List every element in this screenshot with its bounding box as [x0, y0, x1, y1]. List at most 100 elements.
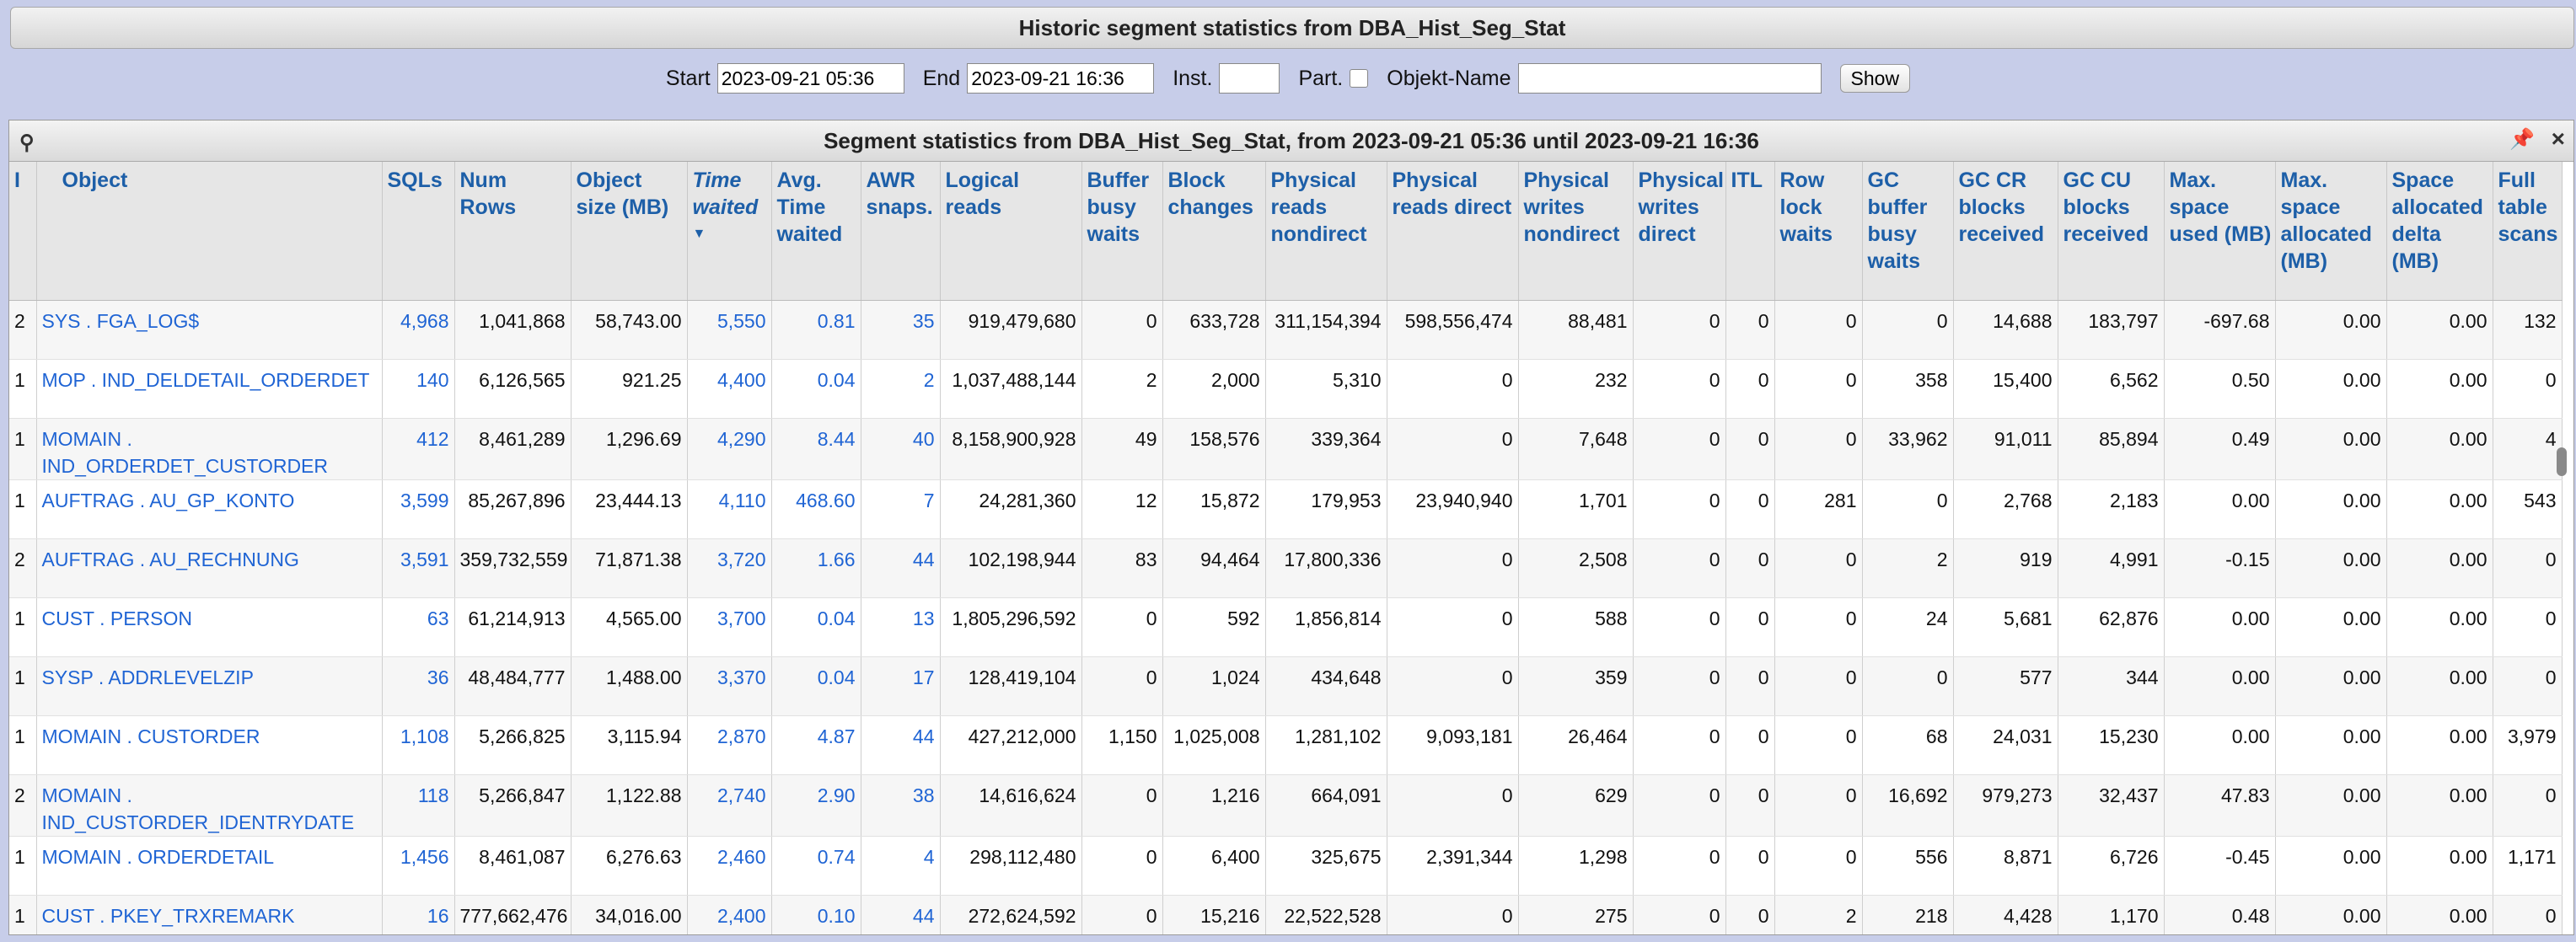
column-header[interactable]: Buffer busy waits	[1081, 162, 1163, 301]
column-header[interactable]: Physical reads direct	[1387, 162, 1519, 301]
table-row[interactable]: 1 CUST . PKEY_TRXREMARK 16 777,662,476 34,01…	[9, 895, 2563, 934]
table-cell[interactable]: 8.44	[771, 418, 861, 480]
table-cell[interactable]: 468.60	[771, 479, 861, 539]
table-cell[interactable]: 13	[861, 597, 941, 657]
column-header[interactable]: Num Rows	[454, 162, 572, 301]
table-cell[interactable]: 118	[382, 774, 455, 837]
table-cell[interactable]: 40	[861, 418, 941, 480]
column-header[interactable]: Time waited ▼	[687, 162, 772, 301]
table-cell[interactable]: 1,456	[382, 836, 455, 896]
table-cell[interactable]: 4,400	[687, 359, 772, 419]
object-name-cell[interactable]: MOMAIN . IND_CUSTORDER_IDENTRYDATE	[36, 774, 383, 837]
search-icon[interactable]: ⚲	[19, 131, 35, 155]
column-header[interactable]: Logical reads	[940, 162, 1082, 301]
object-name-cell[interactable]: MOP . IND_DELDETAIL_ORDERDET	[36, 359, 383, 419]
column-header[interactable]: GC CU blocks received	[2058, 162, 2165, 301]
column-header[interactable]: Physical writes direct	[1633, 162, 1726, 301]
table-cell[interactable]: 38	[861, 774, 941, 837]
column-header[interactable]: Block changes	[1162, 162, 1266, 301]
column-header[interactable]: ITL	[1725, 162, 1775, 301]
column-header[interactable]: Object size (MB)	[571, 162, 688, 301]
column-header[interactable]: GC CR blocks received	[1953, 162, 2058, 301]
close-icon[interactable]: ×	[2552, 126, 2565, 153]
table-cell[interactable]: 36	[382, 656, 455, 716]
column-header[interactable]: AWR snaps.	[861, 162, 941, 301]
table-cell[interactable]: 44	[861, 895, 941, 934]
part-checkbox[interactable]	[1350, 69, 1369, 88]
table-cell[interactable]: 412	[382, 418, 455, 480]
table-row[interactable]: 1 AUFTRAG . AU_GP_KONTO 3,599 85,267,896 23,…	[9, 479, 2563, 539]
table-row[interactable]: 1 MOMAIN . CUSTORDER 1,108 5,266,825 3,115.9…	[9, 715, 2563, 775]
table-cell[interactable]: 44	[861, 715, 941, 775]
table-cell[interactable]: 44	[861, 538, 941, 598]
table-cell[interactable]: 7	[861, 479, 941, 539]
table-row[interactable]: 1 CUST . PERSON 63 61,214,913 4,565.00 3,700 0…	[9, 597, 2563, 657]
table-cell[interactable]: 0.81	[771, 300, 861, 360]
table-row[interactable]: 2 AUFTRAG . AU_RECHNUNG 3,591 359,732,559 71…	[9, 538, 2563, 598]
show-button[interactable]: Show	[1839, 64, 1911, 93]
table-cell[interactable]: 4.87	[771, 715, 861, 775]
table-cell[interactable]: 3,720	[687, 538, 772, 598]
object-name-cell[interactable]: MOMAIN . IND_ORDERDET_CUSTORDER	[36, 418, 383, 480]
table-cell[interactable]: 0.74	[771, 836, 861, 896]
table-cell[interactable]: 140	[382, 359, 455, 419]
object-name-cell[interactable]: SYS . FGA_LOG$	[36, 300, 383, 360]
object-name-cell[interactable]: CUST . PKEY_TRXREMARK	[36, 895, 383, 934]
table-cell[interactable]: 0.10	[771, 895, 861, 934]
vertical-scrollbar[interactable]	[2557, 447, 2567, 476]
table-cell[interactable]: 63	[382, 597, 455, 657]
table-cell[interactable]: 1.66	[771, 538, 861, 598]
start-input[interactable]	[716, 63, 904, 94]
table-row[interactable]: 1 SYSP . ADDRLEVELZIP 36 48,484,777 1,488.00…	[9, 656, 2563, 716]
object-name-input[interactable]	[1517, 63, 1822, 94]
column-header[interactable]: Avg. Time waited	[771, 162, 861, 301]
table-cell[interactable]: 2,460	[687, 836, 772, 896]
object-name-cell[interactable]: MOMAIN . CUSTORDER	[36, 715, 383, 775]
column-header[interactable]: Physical writes nondirect	[1518, 162, 1634, 301]
pin-icon[interactable]: 📌	[2509, 127, 2535, 152]
table-cell[interactable]: 2,400	[687, 895, 772, 934]
table-cell[interactable]: 0.04	[771, 359, 861, 419]
table-cell[interactable]: 4,290	[687, 418, 772, 480]
table-row[interactable]: 1 MOMAIN . IND_ORDERDET_CUSTORDER 412 8,461…	[9, 418, 2563, 480]
table-cell[interactable]: 2.90	[771, 774, 861, 837]
table-cell[interactable]: 3,700	[687, 597, 772, 657]
table-cell[interactable]: 3,599	[382, 479, 455, 539]
column-header[interactable]: GC buffer busy waits	[1862, 162, 1954, 301]
column-header[interactable]: Physical reads nondirect	[1265, 162, 1387, 301]
column-header[interactable]: Row lock waits	[1774, 162, 1863, 301]
object-name-cell[interactable]: CUST . PERSON	[36, 597, 383, 657]
table-cell[interactable]: 35	[861, 300, 941, 360]
table-cell[interactable]: 2,870	[687, 715, 772, 775]
column-header[interactable]: I	[9, 162, 37, 301]
column-header[interactable]: Object	[36, 162, 383, 301]
table-row[interactable]: 2 MOMAIN . IND_CUSTORDER_IDENTRYDATE 118 5,…	[9, 774, 2563, 837]
object-name-cell[interactable]: AUFTRAG . AU_GP_KONTO	[36, 479, 383, 539]
table-cell[interactable]: 4,110	[687, 479, 772, 539]
object-name-cell[interactable]: AUFTRAG . AU_RECHNUNG	[36, 538, 383, 598]
table-cell[interactable]: 5,550	[687, 300, 772, 360]
inst-input[interactable]	[1219, 63, 1280, 94]
table-cell[interactable]: 0.04	[771, 656, 861, 716]
table-row[interactable]: 2 SYS . FGA_LOG$ 4,968 1,041,868 58,743.00 5,…	[9, 300, 2563, 360]
table-cell[interactable]: 0.04	[771, 597, 861, 657]
column-header[interactable]: Full table scans	[2493, 162, 2563, 301]
end-input[interactable]	[967, 63, 1155, 94]
column-header[interactable]: Max. space used (MB)	[2164, 162, 2276, 301]
table-cell[interactable]: 3,370	[687, 656, 772, 716]
table-cell[interactable]: 4	[861, 836, 941, 896]
object-name-cell[interactable]: SYSP . ADDRLEVELZIP	[36, 656, 383, 716]
table-cell[interactable]: 3,591	[382, 538, 455, 598]
table-cell[interactable]: 16	[382, 895, 455, 934]
column-header[interactable]: SQLs	[382, 162, 455, 301]
column-header[interactable]: Max. space allocated (MB)	[2275, 162, 2387, 301]
table-row[interactable]: 1 MOP . IND_DELDETAIL_ORDERDET 140 6,126,56…	[9, 359, 2563, 419]
table-cell[interactable]: 1,108	[382, 715, 455, 775]
table-cell[interactable]: 4,968	[382, 300, 455, 360]
table-cell[interactable]: 17	[861, 656, 941, 716]
table-cell[interactable]: 2,740	[687, 774, 772, 837]
column-header[interactable]: Space allocated delta (MB)	[2386, 162, 2493, 301]
table-row[interactable]: 1 MOMAIN . ORDERDETAIL 1,456 8,461,087 6,276…	[9, 836, 2563, 896]
table-cell[interactable]: 2	[861, 359, 941, 419]
object-name-cell[interactable]: MOMAIN . ORDERDETAIL	[36, 836, 383, 896]
